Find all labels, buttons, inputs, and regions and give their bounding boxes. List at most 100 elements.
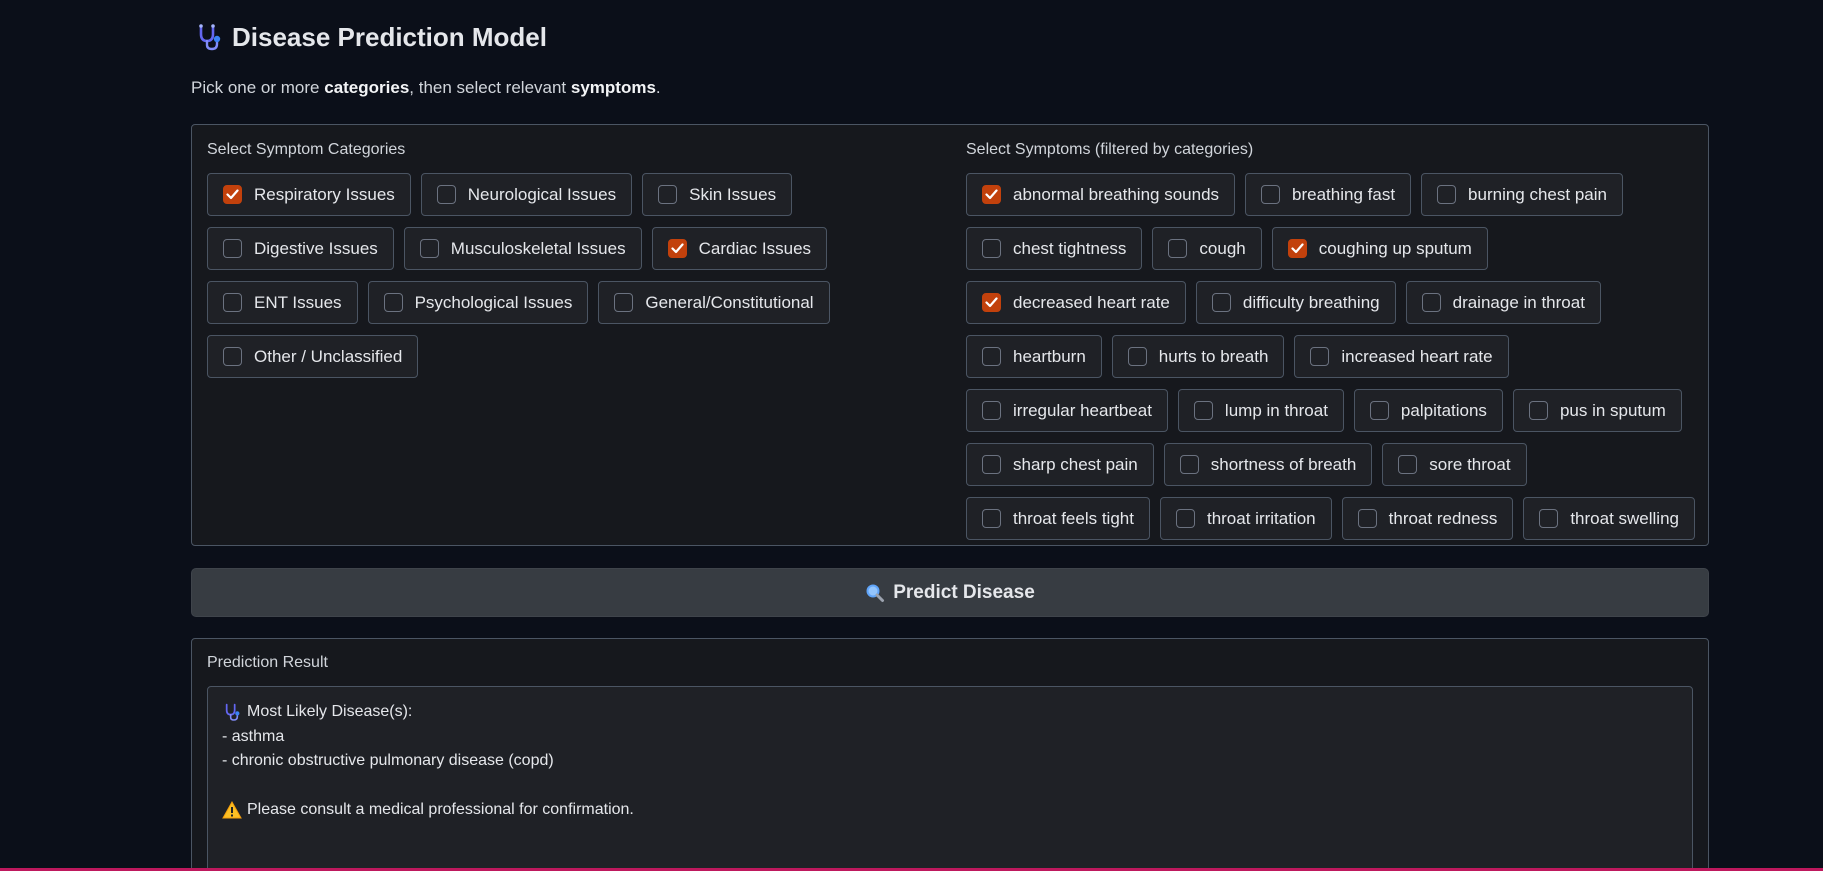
symptom-option-label: chest tightness bbox=[1013, 238, 1127, 258]
symptom-checkbox-option[interactable]: breathing fast bbox=[1245, 173, 1412, 216]
checkbox-icon[interactable] bbox=[1528, 401, 1548, 420]
symptom-checkbox-group: abnormal breathing sounds breathing fast b… bbox=[966, 173, 1696, 540]
result-warning: Please consult a medical professional fo… bbox=[247, 801, 634, 818]
category-checkbox-option[interactable]: Skin Issues bbox=[642, 173, 793, 216]
symptom-option-label: sharp chest pain bbox=[1013, 454, 1138, 474]
checkbox-checked-icon[interactable] bbox=[223, 185, 242, 204]
symptom-option-label: throat swelling bbox=[1570, 508, 1679, 528]
checkbox-icon[interactable] bbox=[982, 347, 1001, 366]
subtitle-bold-categories: categories bbox=[324, 78, 410, 97]
symptom-option-label: difficulty breathing bbox=[1242, 292, 1380, 312]
category-option-label: General/Constitutional bbox=[645, 292, 814, 312]
category-checkbox-option[interactable]: ENT Issues bbox=[207, 281, 358, 324]
symptom-checkbox-option[interactable]: sharp chest pain bbox=[966, 443, 1154, 486]
checkbox-icon[interactable] bbox=[1369, 401, 1389, 420]
category-checkbox-option[interactable]: Digestive Issues bbox=[207, 227, 394, 270]
subtitle-prefix: Pick one or more bbox=[191, 78, 325, 97]
category-checkbox-option[interactable]: Respiratory Issues bbox=[207, 173, 411, 216]
symptom-checkbox-option[interactable]: irregular heartbeat bbox=[966, 389, 1168, 432]
symptom-option-label: heartburn bbox=[1013, 346, 1086, 366]
symptom-option-label: irregular heartbeat bbox=[1013, 400, 1152, 420]
symptom-option-label: pus in sputum bbox=[1559, 400, 1666, 420]
symptom-checkbox-option[interactable]: burning chest pain bbox=[1421, 173, 1623, 216]
checkbox-icon[interactable] bbox=[1539, 509, 1559, 528]
result-heading-line: Most Likely Disease(s): bbox=[222, 700, 1678, 725]
disease-item: - chronic obstructive pulmonary disease … bbox=[222, 752, 554, 769]
category-checkbox-option[interactable]: General/Constitutional bbox=[598, 281, 830, 324]
symptom-option-label: coughing up sputum bbox=[1318, 238, 1472, 258]
symptom-checkbox-option[interactable]: abnormal breathing sounds bbox=[966, 173, 1236, 216]
checkbox-icon[interactable] bbox=[982, 401, 1001, 420]
symptom-checkbox-option[interactable]: throat irritation bbox=[1159, 497, 1332, 540]
checkbox-icon[interactable] bbox=[1127, 347, 1147, 366]
symptom-checkbox-option[interactable]: difficulty breathing bbox=[1195, 281, 1396, 324]
result-textbox[interactable]: Most Likely Disease(s): - asthma - chron… bbox=[207, 686, 1693, 871]
checkbox-icon[interactable] bbox=[658, 185, 678, 204]
category-option-label: Neurological Issues bbox=[467, 184, 617, 204]
checkbox-icon[interactable] bbox=[1175, 509, 1195, 528]
symptom-option-label: throat irritation bbox=[1206, 508, 1316, 528]
category-checkbox-option[interactable]: Cardiac Issues bbox=[651, 227, 828, 270]
symptom-checkbox-option[interactable]: pus in sputum bbox=[1512, 389, 1682, 432]
predict-disease-button[interactable]: Predict Disease bbox=[191, 568, 1709, 617]
checkbox-icon[interactable] bbox=[383, 293, 403, 312]
checkbox-icon[interactable] bbox=[1168, 239, 1188, 258]
symptom-option-label: burning chest pain bbox=[1468, 184, 1607, 204]
symptom-checkbox-option[interactable]: palpitations bbox=[1353, 389, 1503, 432]
checkbox-icon[interactable] bbox=[982, 455, 1001, 474]
app-page: Disease Prediction Model Pick one or mor… bbox=[0, 0, 1823, 871]
symptom-checkbox-option[interactable]: cough bbox=[1152, 227, 1262, 270]
category-checkbox-option[interactable]: Neurological Issues bbox=[420, 173, 633, 216]
symptom-checkbox-option[interactable]: chest tightness bbox=[966, 227, 1143, 270]
checkbox-icon[interactable] bbox=[1310, 347, 1330, 366]
result-heading: Most Likely Disease(s): bbox=[247, 703, 413, 720]
category-checkbox-option[interactable]: Psychological Issues bbox=[367, 281, 589, 324]
selection-panel: Select Symptom Categories Respiratory Is… bbox=[191, 124, 1709, 546]
checkbox-icon[interactable] bbox=[223, 239, 242, 258]
checkbox-icon[interactable] bbox=[1357, 509, 1377, 528]
checkbox-icon[interactable] bbox=[1398, 455, 1418, 474]
checkbox-icon[interactable] bbox=[223, 347, 242, 366]
checkbox-checked-icon[interactable] bbox=[982, 293, 1001, 312]
category-option-label: Digestive Issues bbox=[254, 238, 378, 258]
symptom-checkbox-option[interactable]: sore throat bbox=[1382, 443, 1527, 486]
page-title: Disease Prediction Model bbox=[232, 21, 547, 52]
checkbox-icon[interactable] bbox=[1179, 455, 1199, 474]
checkbox-icon[interactable] bbox=[1437, 185, 1457, 204]
checkbox-icon[interactable] bbox=[436, 185, 456, 204]
checkbox-icon[interactable] bbox=[419, 239, 439, 258]
symptom-checkbox-option[interactable]: throat redness bbox=[1341, 497, 1514, 540]
category-checkbox-group: Respiratory Issues Neurological Issues Ski… bbox=[207, 173, 947, 378]
symptom-checkbox-option[interactable]: shortness of breath bbox=[1163, 443, 1373, 486]
checkbox-icon[interactable] bbox=[982, 239, 1001, 258]
category-option-label: ENT Issues bbox=[254, 292, 342, 312]
checkbox-checked-icon[interactable] bbox=[1287, 239, 1307, 258]
checkbox-icon[interactable] bbox=[223, 293, 242, 312]
category-option-label: Respiratory Issues bbox=[254, 184, 395, 204]
checkbox-icon[interactable] bbox=[614, 293, 634, 312]
symptom-checkbox-option[interactable]: lump in throat bbox=[1177, 389, 1344, 432]
symptom-checkbox-option[interactable]: heartburn bbox=[966, 335, 1102, 378]
symptom-checkbox-option[interactable]: throat swelling bbox=[1523, 497, 1695, 540]
checkbox-icon[interactable] bbox=[1211, 293, 1231, 312]
checkbox-icon[interactable] bbox=[1261, 185, 1281, 204]
symptom-checkbox-option[interactable]: drainage in throat bbox=[1405, 281, 1601, 324]
symptom-option-label: lump in throat bbox=[1224, 400, 1328, 420]
checkbox-icon[interactable] bbox=[982, 509, 1001, 528]
symptom-option-label: throat feels tight bbox=[1013, 508, 1134, 528]
checkbox-icon[interactable] bbox=[1193, 401, 1213, 420]
checkbox-checked-icon[interactable] bbox=[667, 239, 687, 258]
category-checkbox-option[interactable]: Musculoskeletal Issues bbox=[403, 227, 642, 270]
symptom-checkbox-option[interactable]: coughing up sputum bbox=[1271, 227, 1488, 270]
symptom-checkbox-option[interactable]: increased heart rate bbox=[1294, 335, 1509, 378]
category-option-label: Psychological Issues bbox=[414, 292, 573, 312]
symptom-option-label: sore throat bbox=[1429, 454, 1511, 474]
symptom-checkbox-option[interactable]: throat feels tight bbox=[966, 497, 1150, 540]
category-option-label: Other / Unclassified bbox=[254, 346, 403, 366]
checkbox-checked-icon[interactable] bbox=[982, 185, 1001, 204]
category-checkbox-option[interactable]: Other / Unclassified bbox=[207, 335, 419, 378]
magnifier-icon bbox=[866, 584, 885, 602]
symptom-checkbox-option[interactable]: hurts to breath bbox=[1111, 335, 1285, 378]
checkbox-icon[interactable] bbox=[1421, 293, 1441, 312]
symptom-checkbox-option[interactable]: decreased heart rate bbox=[966, 281, 1186, 324]
